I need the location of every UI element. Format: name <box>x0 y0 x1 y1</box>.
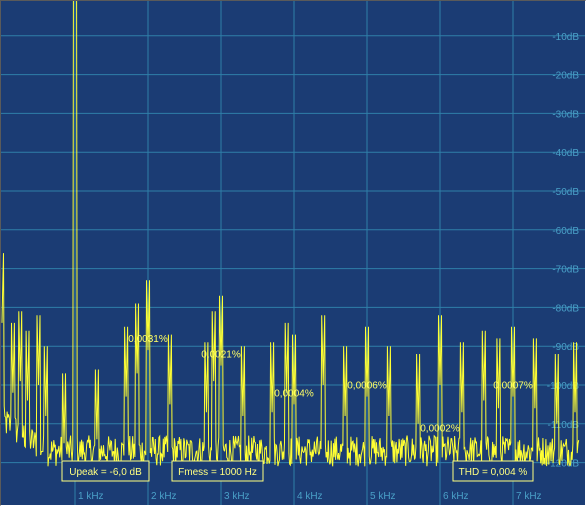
y-tick-label: -20dB <box>552 71 579 82</box>
spectrum-chart: -10dB -20dB -30dB -40dB -50dB -60dB -70dB -80dB… <box>1 1 585 505</box>
info-box-text: Fmess = 1000 Hz <box>178 467 257 478</box>
x-tick-label: 2 kHz <box>151 491 177 502</box>
y-tick-label: -120dB <box>547 459 580 470</box>
harmonic-label: 0,0021% <box>201 350 241 361</box>
y-tick-label: -60dB <box>552 226 579 237</box>
y-tick-label: -110dB <box>547 420 579 431</box>
x-tick-label: 6 kHz <box>443 491 469 502</box>
y-tick-label: -30dB <box>552 109 579 120</box>
harmonic-label: 0,0007% <box>493 381 533 392</box>
y-tick-label: -40dB <box>552 148 579 159</box>
y-tick-label: -80dB <box>552 303 579 314</box>
info-box-text: Upeak = -6,0 dB <box>69 467 142 478</box>
harmonic-label: 0,0006% <box>347 381 387 392</box>
harmonic-label: 0,0031% <box>128 334 168 345</box>
y-tick-label: -70dB <box>552 265 579 276</box>
y-tick-label: -90dB <box>552 342 579 353</box>
plot-background <box>1 1 585 505</box>
harmonic-label: 0,0002% <box>420 423 460 434</box>
y-tick-label: -10dB <box>552 32 579 43</box>
x-tick-label: 5 kHz <box>370 491 396 502</box>
x-tick-label: 1 kHz <box>78 491 104 502</box>
x-tick-label: 7 kHz <box>516 491 542 502</box>
y-tick-label: -50dB <box>552 187 579 198</box>
harmonic-label: 0,0004% <box>274 388 314 399</box>
info-box-text: THD = 0,004 % <box>459 467 528 478</box>
x-tick-label: 3 kHz <box>224 491 250 502</box>
x-tick-label: 4 kHz <box>297 491 323 502</box>
